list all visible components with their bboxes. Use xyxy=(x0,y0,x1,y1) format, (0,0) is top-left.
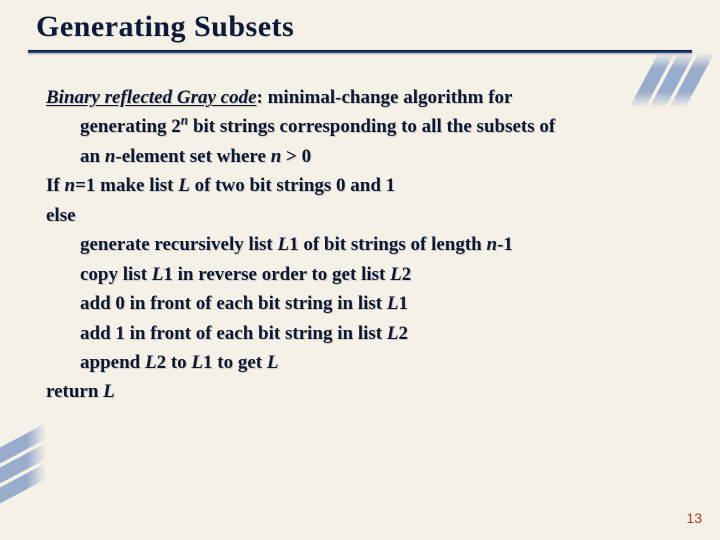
title-area: Generating Subsets xyxy=(0,0,720,46)
add1-line: add 1 in front of each bit string in lis… xyxy=(46,319,674,348)
return-line: return L xyxy=(46,377,674,406)
if-line: If n=1 make list L of two bit strings 0 … xyxy=(46,171,674,200)
gen-line: generate recursively list L1 of bit stri… xyxy=(46,230,674,259)
slide-body: Binary reflected Gray code: minimal-chan… xyxy=(0,53,720,407)
else-line: else xyxy=(46,201,674,230)
decorative-bars-top xyxy=(644,52,700,108)
append-line: append L2 to L1 to get L xyxy=(46,348,674,377)
intro-line-1: Binary reflected Gray code: minimal-chan… xyxy=(46,83,674,112)
decorative-bars-bottom xyxy=(0,440,46,496)
intro-pre: : minimal-change algorithm for xyxy=(257,87,513,108)
brgc-term: Binary reflected Gray code xyxy=(46,87,257,108)
add0-line: add 0 in front of each bit string in lis… xyxy=(46,289,674,318)
slide: Generating Subsets Binary reflected Gray… xyxy=(0,0,720,540)
copy-line: copy list L1 in reverse order to get lis… xyxy=(46,260,674,289)
intro-line-3: an n-element set where n > 0 xyxy=(46,142,674,171)
slide-title: Generating Subsets xyxy=(36,10,684,44)
intro-line-2: generating 2n bit strings corresponding … xyxy=(46,112,674,141)
page-number: 13 xyxy=(686,510,702,526)
